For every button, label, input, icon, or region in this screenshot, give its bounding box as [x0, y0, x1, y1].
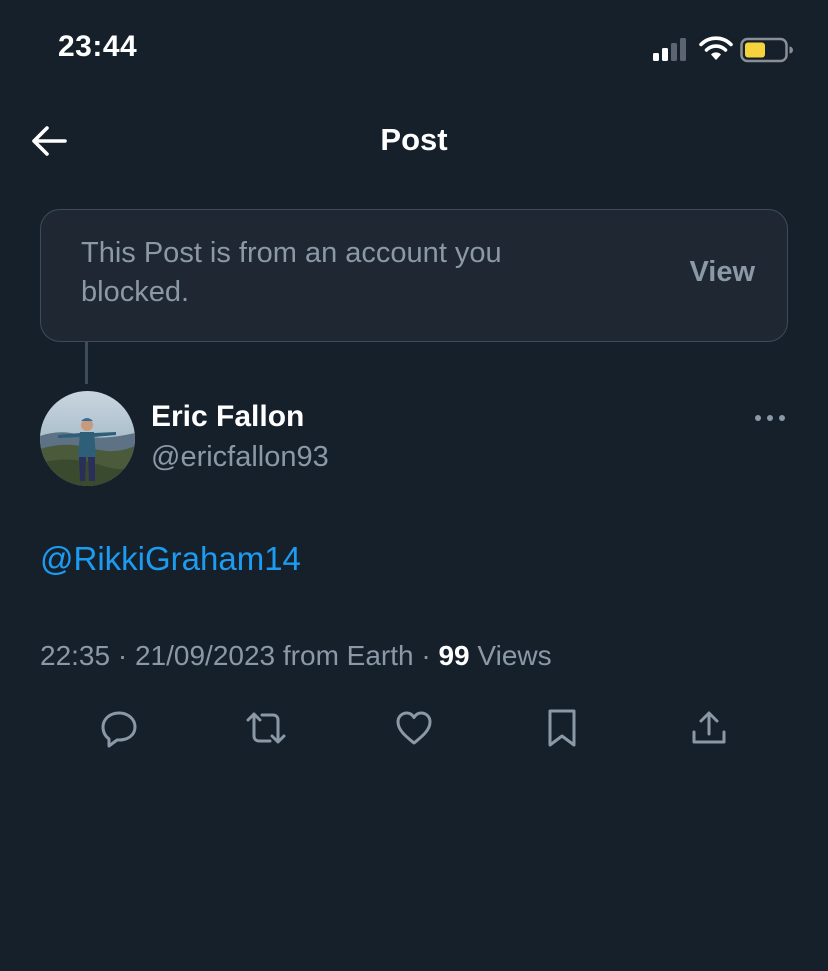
status-bar: 23:44	[0, 0, 828, 100]
more-options-icon	[755, 415, 785, 421]
header: Post	[0, 100, 828, 180]
meta-separator: ·	[117, 640, 128, 671]
page-title: Post	[380, 122, 448, 157]
author-handle[interactable]: @ericfallon93	[151, 441, 329, 474]
thread-connector-line	[85, 342, 88, 384]
avatar-photo	[40, 391, 135, 486]
repost-button[interactable]	[244, 706, 288, 750]
bookmark-button[interactable]	[540, 706, 584, 750]
status-time: 23:44	[58, 30, 138, 63]
views-label: Views	[477, 640, 552, 671]
blocked-notice-text: This Post is from an account you blocked…	[81, 237, 502, 308]
author-name[interactable]: Eric Fallon	[151, 400, 304, 434]
heart-icon	[396, 711, 432, 745]
meta-separator: ·	[421, 640, 431, 671]
views-count: 99	[438, 640, 470, 671]
wifi-icon	[699, 36, 733, 60]
post-detail-screen: 23:44 Post This Post is from an account	[0, 0, 828, 971]
blocked-account-notice: This Post is from an account you blocked…	[40, 209, 788, 342]
reply-icon	[101, 711, 137, 748]
post-time: 22:35	[40, 640, 111, 671]
battery-icon	[740, 37, 793, 63]
post-meta: 22:35 · 21/09/2023 from Earth · 99 Views	[40, 640, 552, 672]
avatar[interactable]	[40, 391, 135, 486]
post-text-mention[interactable]: @RikkiGraham14	[40, 540, 301, 578]
reply-button[interactable]	[97, 706, 141, 750]
share-icon	[692, 711, 726, 744]
share-button[interactable]	[687, 706, 731, 750]
bookmark-icon	[548, 709, 576, 747]
cellular-signal-icon	[653, 38, 686, 61]
like-button[interactable]	[392, 706, 436, 750]
more-options-button[interactable]	[750, 404, 790, 432]
repost-icon	[246, 712, 286, 744]
view-blocked-post-button[interactable]: View	[689, 256, 755, 289]
post-date: 21/09/2023	[134, 640, 276, 671]
post-source: from Earth	[282, 640, 414, 671]
